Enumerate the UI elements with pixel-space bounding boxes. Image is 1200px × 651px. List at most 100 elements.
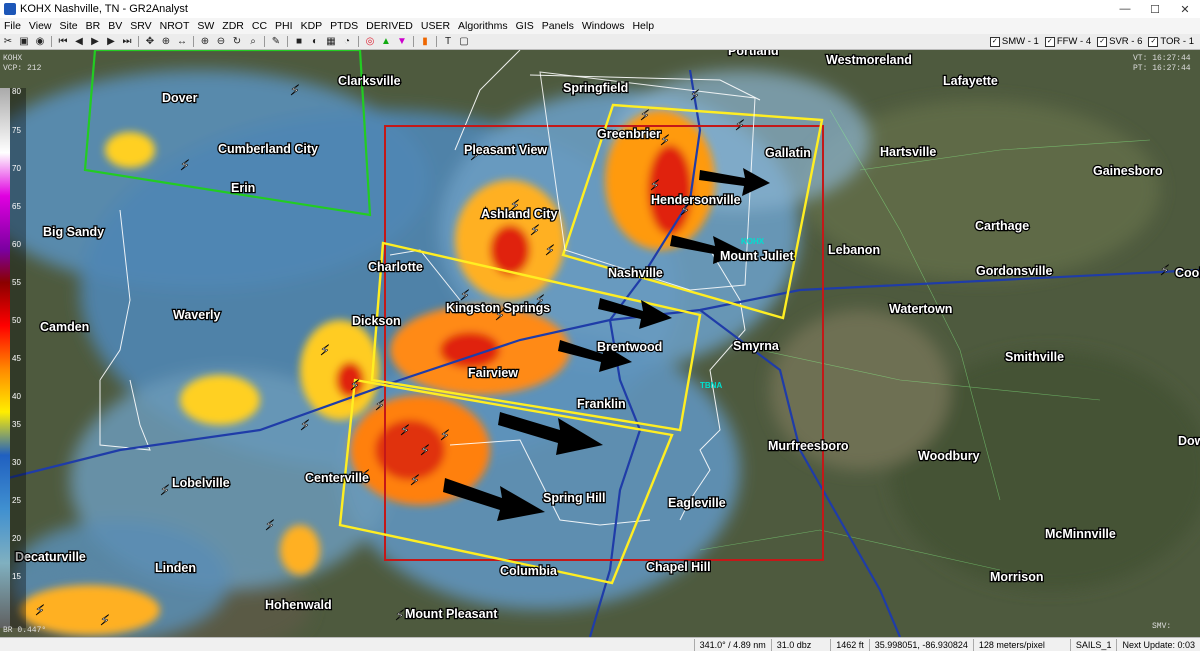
volume-icon[interactable]: ▦ bbox=[324, 36, 338, 48]
scale-tick: 60 bbox=[12, 240, 21, 249]
svg-text:⚡: ⚡ bbox=[35, 603, 45, 619]
menu-nrot[interactable]: NROT bbox=[156, 20, 194, 32]
svg-text:⚡: ⚡ bbox=[530, 223, 540, 239]
city-label: Smyrna bbox=[733, 339, 780, 353]
refresh-icon[interactable]: ↻ bbox=[230, 36, 244, 48]
city-label: Springfield bbox=[563, 81, 628, 95]
city-label: Hendersonville bbox=[651, 193, 741, 207]
probe-icon[interactable]: ✎ bbox=[269, 36, 283, 48]
scale-tick: 65 bbox=[12, 202, 21, 211]
status-scan: SAILS_1 bbox=[1069, 638, 1117, 651]
next-frame-icon[interactable]: ▶ bbox=[104, 36, 118, 48]
radar-map[interactable]: ⚡ ⚡ ⚡ ⚡ ⚡ ⚡ ⚡ ⚡ ⚡ ⚡ ⚡ ⚡ ⚡ ⚡ ⚡ ⚡ ⚡ ⚡ ⚡ ⚡ ⚡ ⚡ ⚡ ⚡ ⚡ ⚡ ⚡ ⚡ ⚡ ⚡ … bbox=[0, 50, 1200, 637]
menu-user[interactable]: USER bbox=[417, 20, 454, 32]
frame-icon[interactable]: ▢ bbox=[457, 36, 471, 48]
menu-site[interactable]: Site bbox=[56, 20, 82, 32]
menu-srv[interactable]: SRV bbox=[126, 20, 155, 32]
city-label: Dowelltown bbox=[1178, 434, 1200, 448]
toolbar-divider bbox=[436, 36, 437, 47]
menu-view[interactable]: View bbox=[25, 20, 56, 32]
prev-frame-icon[interactable]: ◀ bbox=[72, 36, 86, 48]
toolbar: ✂ ▣ ◉ ⏮ ◀ ▶ ▶ ⏭ ✥ ⊕ ↔ ⊕ ⊖ ↻ ⌕ ✎ ■ ◐ ▦ ◔ … bbox=[0, 34, 1200, 50]
palette-icon[interactable]: ◉ bbox=[33, 36, 47, 48]
city-label: Big Sandy bbox=[43, 225, 104, 239]
svg-text:⚡: ⚡ bbox=[1160, 263, 1170, 279]
warning-toggle-svr[interactable]: ✓ SVR - 6 bbox=[1097, 36, 1142, 47]
status-next-update: Next Update: 0:03 bbox=[1116, 638, 1200, 651]
city-label: Murfreesboro bbox=[768, 439, 849, 453]
city-label: Eagleville bbox=[668, 496, 726, 510]
city-label: Dover bbox=[162, 91, 198, 105]
city-label: Hohenwald bbox=[265, 598, 332, 612]
menu-windows[interactable]: Windows bbox=[578, 20, 629, 32]
pan-icon[interactable]: ✥ bbox=[143, 36, 157, 48]
menu-sw[interactable]: SW bbox=[193, 20, 218, 32]
minimize-button[interactable]: — bbox=[1110, 0, 1140, 18]
checkbox[interactable]: ✓ bbox=[1148, 36, 1159, 47]
city-label: Ashland City bbox=[481, 207, 557, 221]
vcp-label: VCP: 212 bbox=[3, 64, 42, 73]
maximize-button[interactable]: ☐ bbox=[1140, 0, 1170, 18]
cross-section-icon[interactable]: ◐ bbox=[308, 36, 322, 48]
zoom-out-icon[interactable]: ⊖ bbox=[214, 36, 228, 48]
volume-time-label: VT: 16:27:44 bbox=[1133, 54, 1191, 63]
zoom-in-icon[interactable]: ⊕ bbox=[198, 36, 212, 48]
menu-phi[interactable]: PHI bbox=[271, 20, 297, 32]
warning-toggle-ffw[interactable]: ✓ FFW - 4 bbox=[1044, 36, 1091, 47]
stop-icon[interactable]: ■ bbox=[292, 36, 306, 48]
crosshair-icon[interactable]: ⊕ bbox=[159, 36, 173, 48]
search-icon[interactable]: ⌕ bbox=[246, 36, 260, 48]
toolbar-divider bbox=[264, 36, 265, 47]
warning-label: SVR - 6 bbox=[1109, 36, 1143, 47]
triangle-up-icon[interactable]: ▲ bbox=[379, 36, 393, 48]
toolbar-divider bbox=[413, 36, 414, 47]
svg-text:⚡: ⚡ bbox=[300, 418, 310, 434]
menu-br[interactable]: BR bbox=[82, 20, 105, 32]
warning-toggle-tor[interactable]: ✓ TOR - 1 bbox=[1148, 36, 1194, 47]
distance-icon[interactable]: ↔ bbox=[175, 36, 189, 48]
text-icon[interactable]: T bbox=[441, 36, 455, 48]
radar-map-canvas[interactable]: ⚡⚡⚡ ⚡⚡⚡ ⚡⚡⚡ ⚡⚡⚡ ⚡⚡⚡ ⚡⚡⚡ ⚡⚡⚡ ⚡ ⚡⚡ ⚡⚡⚡ ⚡ ⚡⚡ … bbox=[0, 50, 1200, 637]
scale-tick: 35 bbox=[12, 420, 21, 429]
checkbox[interactable]: ✓ bbox=[1044, 36, 1055, 47]
menu-cc[interactable]: CC bbox=[248, 20, 271, 32]
menu-file[interactable]: File bbox=[0, 20, 25, 32]
menu-zdr[interactable]: ZDR bbox=[218, 20, 248, 32]
open-icon[interactable]: ✂ bbox=[1, 36, 15, 48]
svg-text:⚡: ⚡ bbox=[320, 343, 330, 359]
placefile-icon[interactable]: ▮ bbox=[418, 36, 432, 48]
save-icon[interactable]: ▣ bbox=[17, 36, 31, 48]
menu-kdp[interactable]: KDP bbox=[297, 20, 327, 32]
close-button[interactable]: ✕ bbox=[1170, 0, 1200, 18]
city-label: Waverly bbox=[173, 308, 221, 322]
menu-panels[interactable]: Panels bbox=[538, 20, 578, 32]
radar-site-label: KOHX bbox=[741, 237, 765, 246]
play-icon[interactable]: ▶ bbox=[88, 36, 102, 48]
city-label: Morrison bbox=[990, 570, 1043, 584]
storm-track-icon[interactable]: ◔ bbox=[340, 36, 354, 48]
svg-text:⚡: ⚡ bbox=[265, 518, 275, 534]
menu-ptds[interactable]: PTDS bbox=[326, 20, 362, 32]
checkbox[interactable]: ✓ bbox=[1097, 36, 1108, 47]
menu-bar: File View Site BR BV SRV NROT SW ZDR CC … bbox=[0, 18, 1200, 34]
svg-text:⚡: ⚡ bbox=[420, 443, 430, 459]
menu-help[interactable]: Help bbox=[628, 20, 658, 32]
triangle-down-icon[interactable]: ▼ bbox=[395, 36, 409, 48]
svg-text:⚡: ⚡ bbox=[350, 378, 360, 394]
first-frame-icon[interactable]: ⏮ bbox=[56, 36, 70, 48]
city-label: Dickson bbox=[352, 314, 401, 328]
menu-gis[interactable]: GIS bbox=[512, 20, 538, 32]
warning-toggle-smw[interactable]: ✓ SMW - 1 bbox=[989, 36, 1039, 47]
city-label: Chapel Hill bbox=[646, 560, 711, 574]
menu-bv[interactable]: BV bbox=[104, 20, 126, 32]
menu-algorithms[interactable]: Algorithms bbox=[454, 20, 512, 32]
color-table-icon[interactable]: ◎ bbox=[363, 36, 377, 48]
toolbar-divider bbox=[138, 36, 139, 47]
last-frame-icon[interactable]: ⏭ bbox=[120, 36, 134, 48]
product-time-label: PT: 16:27:44 bbox=[1133, 64, 1191, 73]
checkbox[interactable]: ✓ bbox=[989, 36, 1000, 47]
scale-tick: 75 bbox=[12, 126, 21, 135]
city-label: Cumberland City bbox=[218, 142, 318, 156]
city-label: Columbia bbox=[500, 564, 558, 578]
menu-derived[interactable]: DERIVED bbox=[362, 20, 417, 32]
